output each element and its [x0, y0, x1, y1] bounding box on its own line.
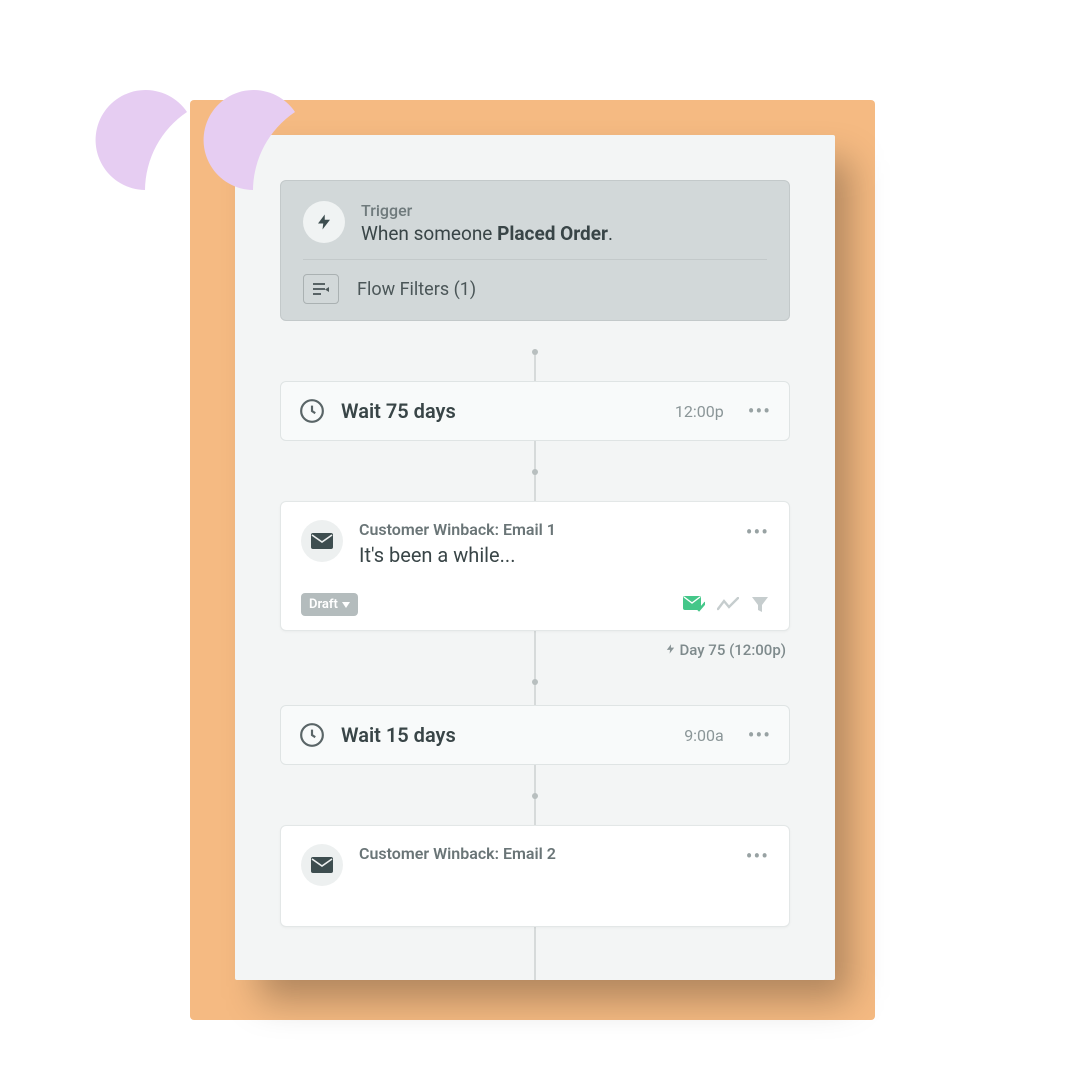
email-1-title: Customer Winback: Email 1 [359, 520, 730, 539]
trigger-desc-suffix: . [608, 222, 613, 245]
wait-1-time: 12:00p [675, 402, 724, 421]
day-schedule-label: Day 75 (12:00p) [280, 641, 786, 659]
envelope-icon [301, 844, 343, 886]
filter-list-icon [303, 274, 339, 304]
trigger-description: When someone Placed Order. [361, 222, 613, 245]
lightning-icon [303, 201, 345, 243]
wait-1-text: Wait 75 days [341, 399, 659, 423]
connector-dot [532, 793, 538, 799]
trigger-card[interactable]: Trigger When someone Placed Order. Flow … [280, 180, 790, 321]
trigger-desc-prefix: When someone [361, 222, 497, 245]
connector-dot [532, 349, 538, 355]
connector-dot [532, 679, 538, 685]
email-step-1[interactable]: Customer Winback: Email 1 It's been a wh… [280, 501, 790, 631]
wait-2-time: 9:00a [684, 726, 724, 745]
quote-decoration-icon [95, 40, 310, 200]
caret-down-icon [342, 602, 350, 608]
envelope-icon [301, 520, 343, 562]
email-step-2[interactable]: Customer Winback: Email 2 ••• [280, 825, 790, 927]
trigger-label: Trigger [361, 201, 613, 220]
email-2-title: Customer Winback: Email 2 [359, 844, 730, 863]
flow-panel: Trigger When someone Placed Order. Flow … [235, 135, 835, 980]
email-1-status-text: Draft [309, 597, 338, 612]
filter-icon[interactable] [751, 596, 769, 614]
email-1-more-button[interactable]: ••• [746, 520, 769, 544]
clock-icon [299, 398, 325, 424]
email-2-more-button[interactable]: ••• [746, 844, 769, 868]
smart-send-icon[interactable] [683, 596, 705, 614]
flow-filters-label: Flow Filters (1) [357, 279, 476, 300]
trigger-desc-bold: Placed Order [497, 222, 608, 245]
email-1-status-badge[interactable]: Draft [301, 593, 358, 616]
wait-step-1[interactable]: Wait 75 days 12:00p ••• [280, 381, 790, 441]
wait-2-text: Wait 15 days [341, 723, 668, 747]
wait-2-more-button[interactable]: ••• [748, 723, 771, 747]
flow-filters-row[interactable]: Flow Filters (1) [303, 259, 767, 304]
connector-dot [532, 469, 538, 475]
email-1-subject: It's been a while... [359, 543, 730, 567]
clock-icon [299, 722, 325, 748]
wait-1-more-button[interactable]: ••• [748, 399, 771, 423]
analytics-icon[interactable] [717, 597, 739, 613]
day-label-text: Day 75 (12:00p) [679, 641, 786, 659]
wait-step-2[interactable]: Wait 15 days 9:00a ••• [280, 705, 790, 765]
